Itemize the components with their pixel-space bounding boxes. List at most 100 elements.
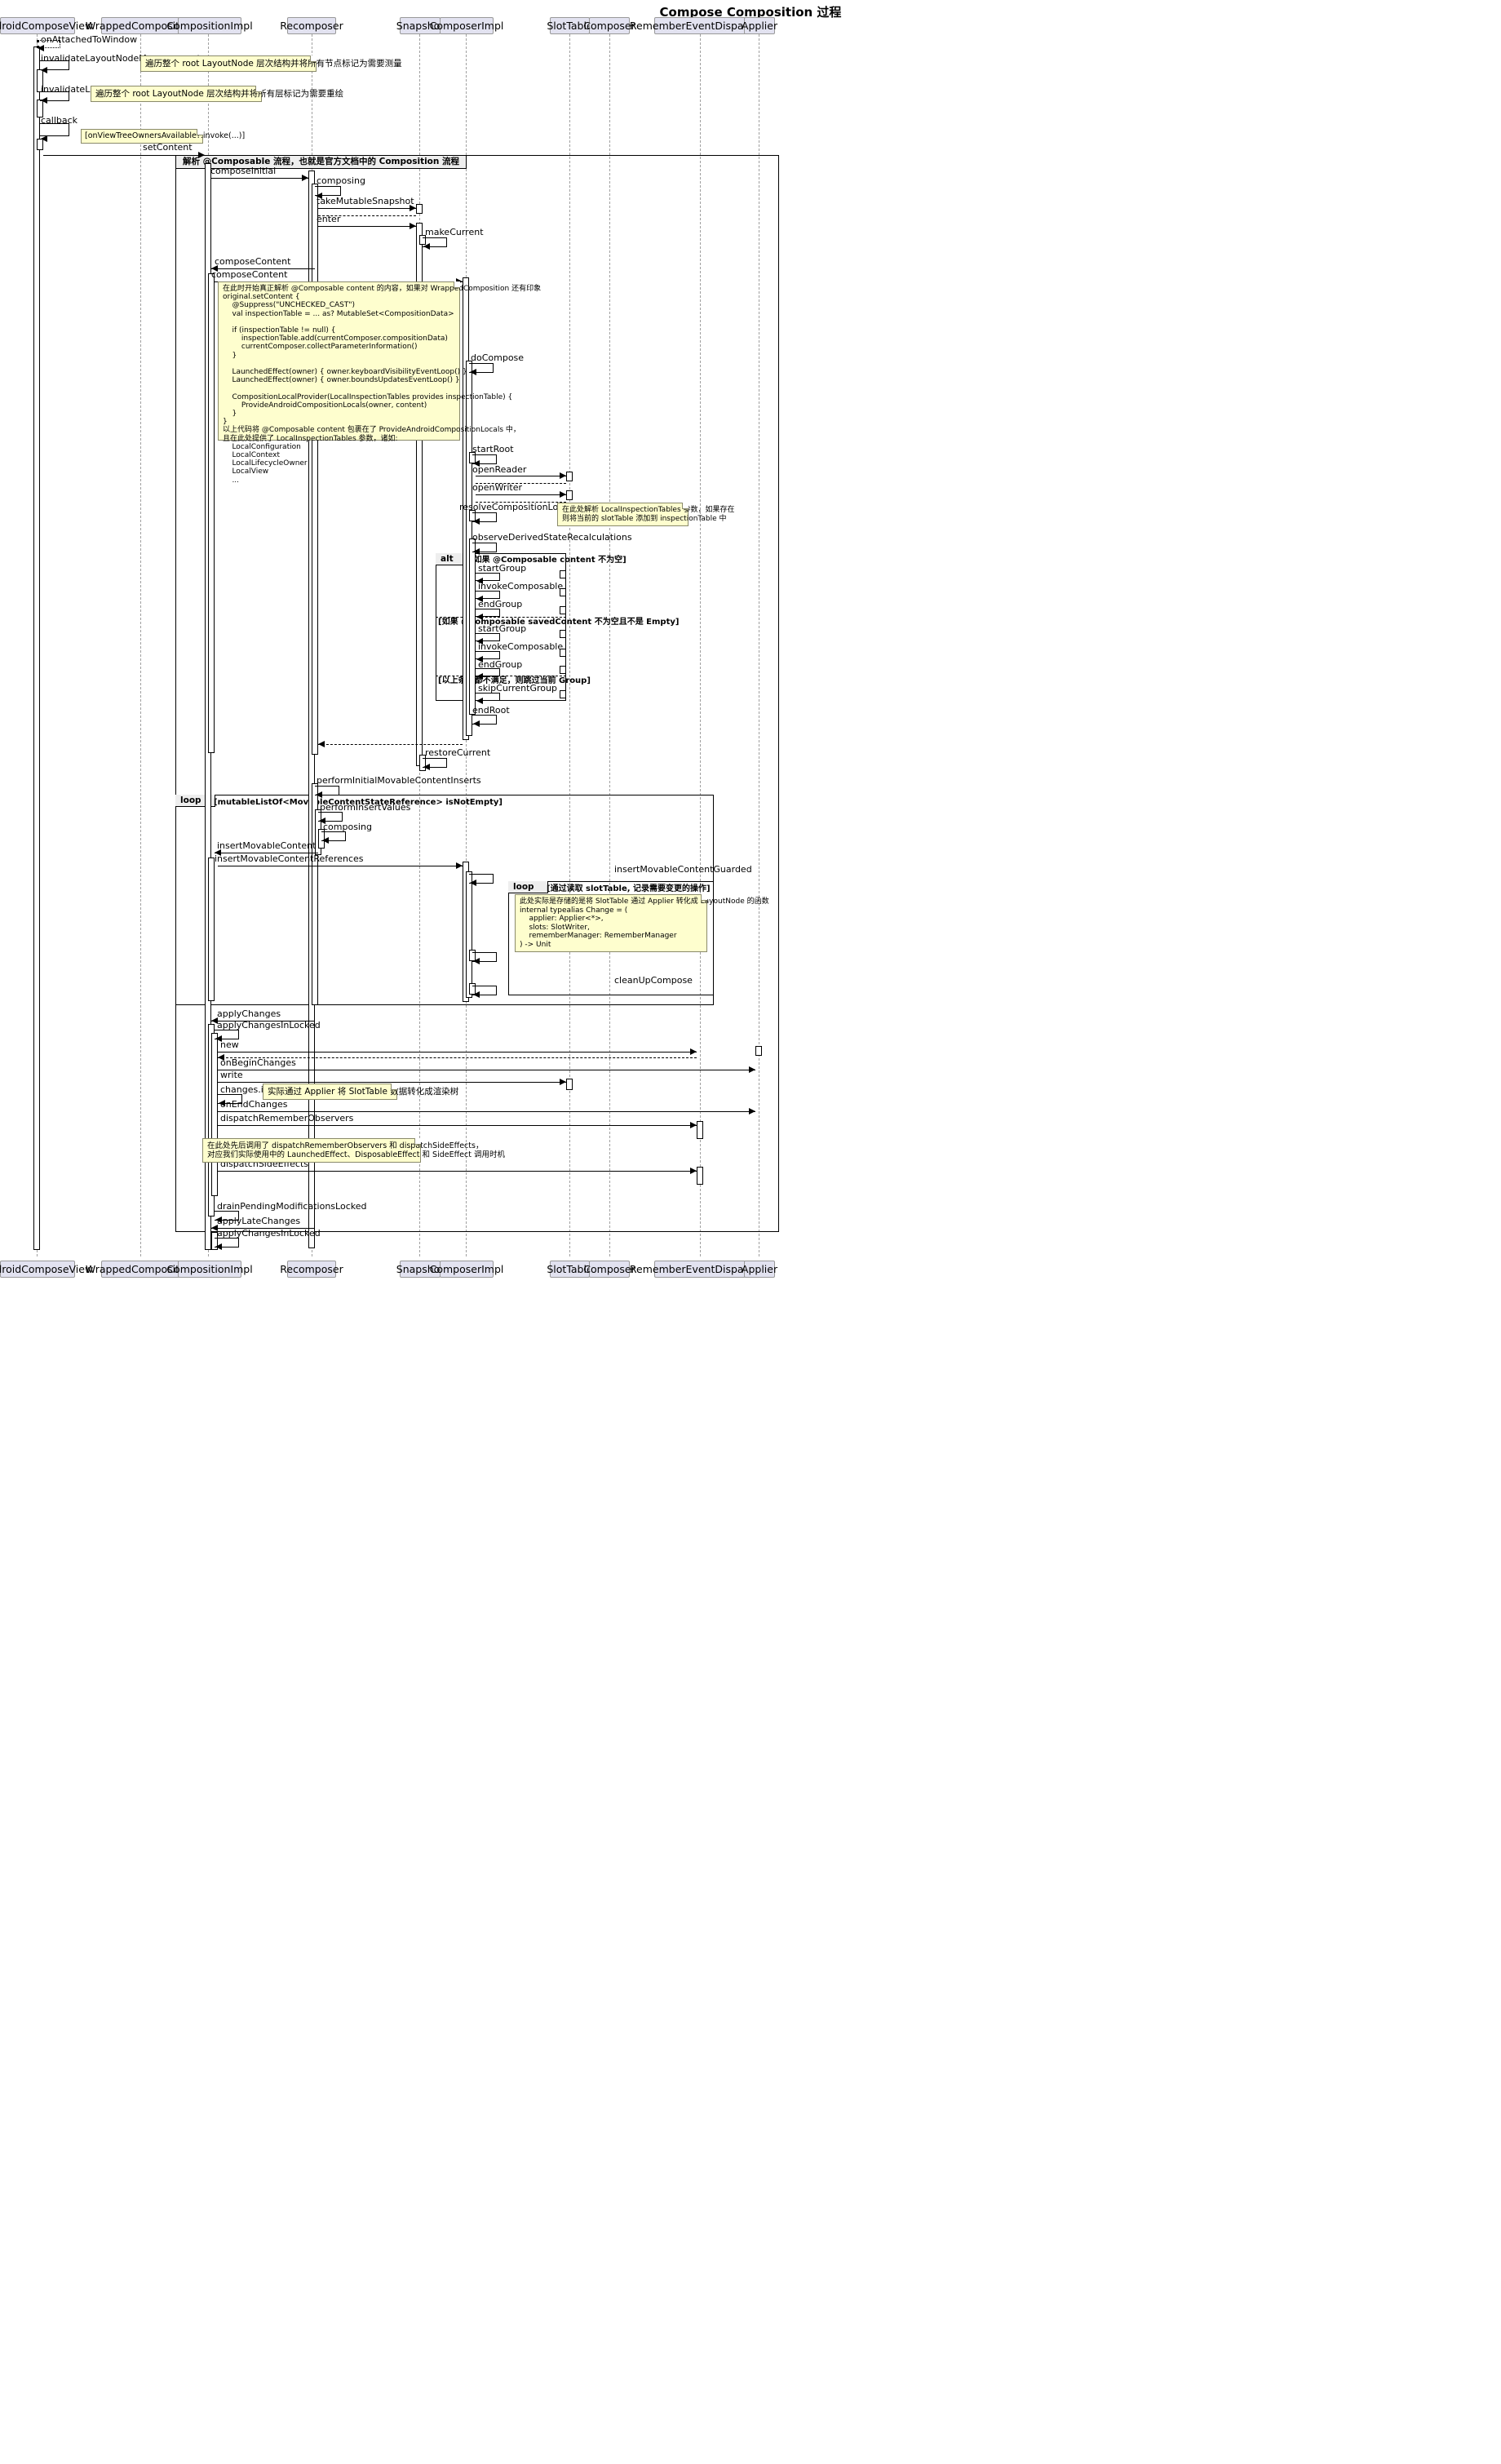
lifeline-wc xyxy=(140,34,141,1256)
participant-label: AndroidComposeView xyxy=(0,1263,94,1275)
message-arrow-insertmovablecontentreferences xyxy=(456,862,463,869)
frame-loop-slottable-label: [通过读取 slotTable, 记录需要变更的操作] xyxy=(547,884,711,893)
message-label-write: write xyxy=(220,1070,243,1080)
participant-composer-top[interactable]: Composer xyxy=(583,17,635,34)
activation-rec-2 xyxy=(312,184,318,755)
message-label-openreader: openReader xyxy=(472,464,527,475)
activation-st-1 xyxy=(566,472,573,481)
participant-label: ComposerImpl xyxy=(429,1263,504,1275)
message-label-docompose: doCompose xyxy=(471,352,525,363)
participant-remembereventdispatcher-top[interactable]: RememberEventDispatcher xyxy=(630,17,770,34)
message-arrow-composing-2 xyxy=(322,837,329,844)
message-label-takemutablesnapshot: takeMutableSnapshot xyxy=(317,196,414,206)
message-arrow-insertmovablecontentguarded xyxy=(470,880,476,886)
message-label-restorecurrent: restoreCurrent xyxy=(425,747,491,758)
participant-recomposer-top[interactable]: Recomposer xyxy=(280,17,343,34)
message-label-endgroup-1: endGroup xyxy=(478,599,523,609)
message-label-invokecomposable-2: invokeComposable xyxy=(478,641,564,652)
activation-acv-1 xyxy=(33,47,40,1250)
message-arrow-onattachedtowindow xyxy=(38,45,44,51)
activation-ci-3 xyxy=(208,858,215,1001)
activation-st-2 xyxy=(566,490,573,500)
message-arrow-recordchange xyxy=(473,958,480,964)
message-label-dispatchrememberobservers: dispatchRememberObservers xyxy=(220,1113,354,1123)
message-label-skipcurrentgroup: skipCurrentGroup xyxy=(478,683,557,694)
participant-label: AndroidComposeView xyxy=(0,20,94,32)
activation-ci-2 xyxy=(208,273,215,753)
message-arrow-observederivedstaterecalculations xyxy=(473,548,480,555)
participant-androidcomposeview-bottom[interactable]: AndroidComposeView xyxy=(0,1261,93,1278)
participant-label: Composer xyxy=(583,1263,635,1275)
participant-compositionimpl-top[interactable]: CompositionImpl xyxy=(166,17,253,34)
participant-composer-bottom[interactable]: Composer xyxy=(583,1261,635,1278)
participant-label: Recomposer xyxy=(280,20,343,32)
message-arrow-invalidatelayers xyxy=(41,97,47,104)
activation-cimpl-7 xyxy=(466,871,472,998)
message-arrow-endgroup-1 xyxy=(476,614,483,620)
message-write xyxy=(218,1082,566,1083)
participant-applier-top[interactable]: Applier xyxy=(741,17,778,34)
participant-compositionimpl-bottom[interactable]: CompositionImpl xyxy=(166,1261,253,1278)
message-label-composeinitial: composeInitial xyxy=(210,166,277,176)
message-arrow-skipcurrentgroup xyxy=(476,698,483,704)
note-oncreate-callback: [onViewTreeOwnersAvailable?.invoke(...)] xyxy=(81,129,245,144)
message-arrow-openreader xyxy=(560,472,566,479)
message-label-performinsertvalues: performInsertValues xyxy=(320,802,411,813)
message-takemutablesnapshot xyxy=(318,208,416,209)
participant-androidcomposeview-top[interactable]: AndroidComposeView xyxy=(0,17,93,34)
participant-label: CompositionImpl xyxy=(166,20,253,32)
message-label-insertmovablecontentguarded: insertMovableContentGuarded xyxy=(614,864,752,875)
participant-recomposer-bottom[interactable]: Recomposer xyxy=(280,1261,343,1278)
message-label-insertmovablecontentreferences: insertMovableContentReferences xyxy=(215,853,364,864)
activation-appl-1 xyxy=(755,1046,762,1056)
message-label-applychangesinlocked-2: applyChangesInLocked xyxy=(217,1228,321,1239)
activation-comp-4 xyxy=(560,630,566,638)
message-onendchanges xyxy=(218,1111,755,1112)
activation-snap-1 xyxy=(416,204,423,214)
frame-loop-slottable-tab: loop xyxy=(508,881,548,893)
message-label-composing-1: composing xyxy=(317,175,365,186)
message-arrow-endgroup-2 xyxy=(476,673,483,680)
participant-remembereventdispatcher-bottom[interactable]: RememberEventDispatcher xyxy=(630,1261,770,1278)
participant-label: Applier xyxy=(741,1263,778,1275)
activation-comp-7 xyxy=(560,690,566,698)
message-label-composecontent-2: composeContent xyxy=(211,269,288,280)
note-invalidate-layers: 遍历整个 root LayoutNode 层次结构并将所有层标记为需要重绘 xyxy=(91,86,343,102)
message-return-composecontent xyxy=(318,744,463,745)
message-openwriter xyxy=(476,494,566,495)
message-arrow-performinitialmovablecontentinserts xyxy=(316,791,322,798)
message-arrow-callback xyxy=(41,135,47,142)
message-arrow-openwriter xyxy=(560,491,566,498)
participant-applier-bottom[interactable]: Applier xyxy=(741,1261,778,1278)
message-label-composing-2: composing xyxy=(323,822,372,832)
message-arrow-restorecurrent xyxy=(423,764,430,770)
message-label-cleanupcompose: cleanUpCompose xyxy=(614,975,693,986)
message-arrow-docompose xyxy=(470,369,476,375)
message-label-invokecomposable-1: invokeComposable xyxy=(478,581,564,592)
message-arrow-new xyxy=(690,1048,697,1055)
message-label-applylatechanges: applyLateChanges xyxy=(217,1216,301,1226)
message-composeinitial xyxy=(211,178,308,179)
message-arrow-return-composecontent xyxy=(318,741,325,747)
message-arrow-dispatchrememberobservers xyxy=(690,1122,697,1128)
activation-cimpl-5 xyxy=(469,538,476,715)
participant-label: Applier xyxy=(741,20,778,32)
message-label-insertmovablecontent: insertMovableContent xyxy=(217,840,317,851)
activation-ci-5 xyxy=(211,1033,218,1196)
activation-comp-1 xyxy=(560,570,566,578)
message-label-makecurrent: makeCurrent xyxy=(425,227,484,237)
message-label-endroot: endRoot xyxy=(472,705,510,716)
message-label-drainpendingmodificationslocked: drainPendingModificationsLocked xyxy=(217,1201,367,1212)
participant-composerimpl-bottom[interactable]: ComposerImpl xyxy=(430,1261,503,1278)
message-new xyxy=(218,1052,697,1053)
note-resolve-compositionlocal: 在此处解析 LocalInspectionTables 参数，如果存在 则将当前… xyxy=(557,503,735,526)
activation-comp-3 xyxy=(560,606,566,614)
participant-label: CompositionImpl xyxy=(166,1263,253,1275)
message-label-openwriter: openWriter xyxy=(472,482,523,493)
message-arrow-resolvecompositionlocal xyxy=(473,518,480,525)
message-arrow-write xyxy=(560,1079,566,1085)
message-arrow-makecurrent xyxy=(423,243,430,250)
message-enter xyxy=(318,226,416,227)
participant-composerimpl-top[interactable]: ComposerImpl xyxy=(430,17,503,34)
message-setcontent xyxy=(43,155,205,156)
